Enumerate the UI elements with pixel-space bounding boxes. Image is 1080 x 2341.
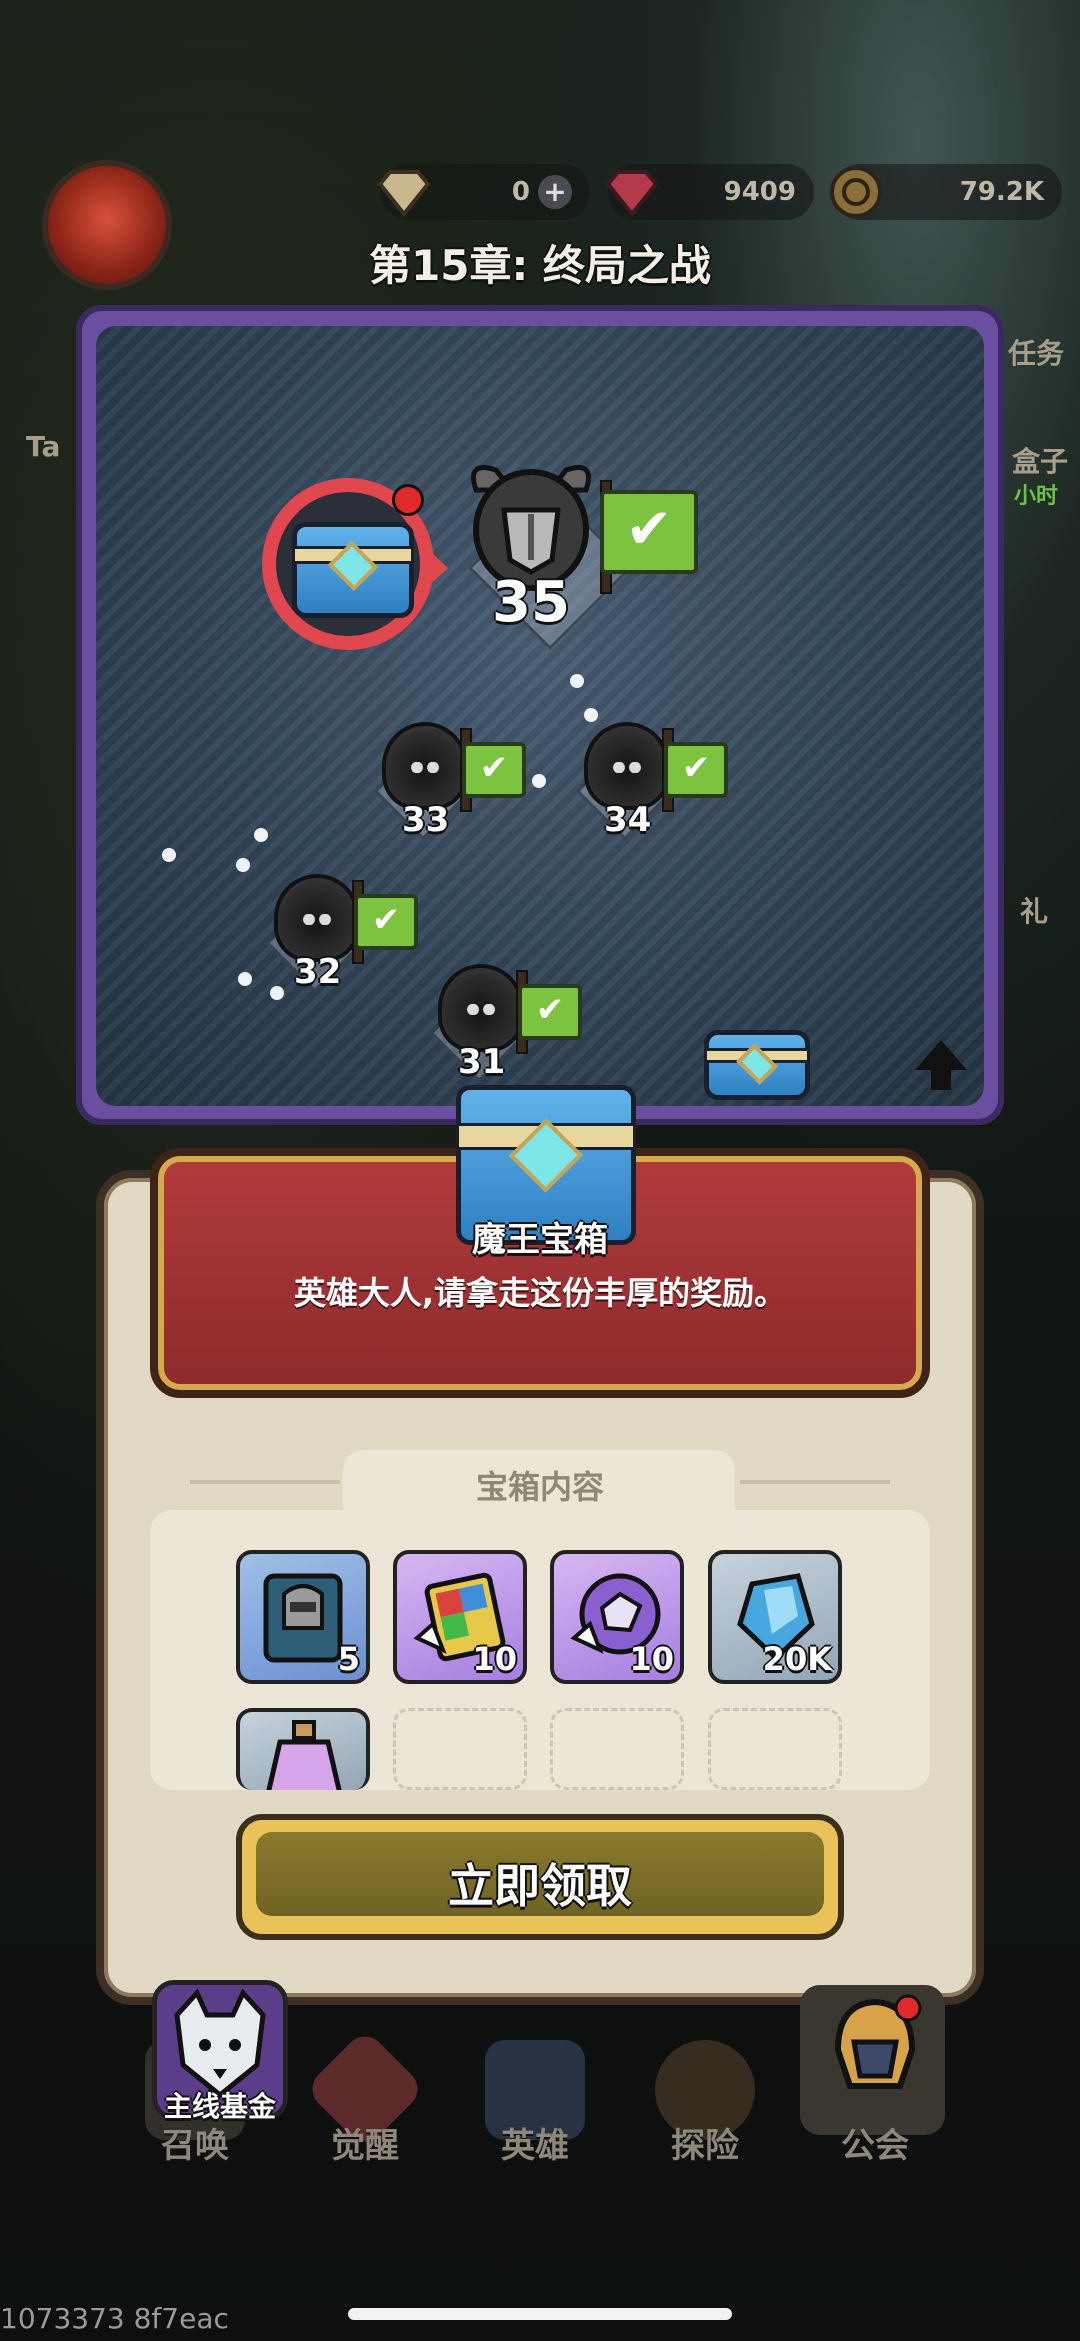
stage-node-35[interactable]: ✔ 35 <box>440 440 700 660</box>
cleared-flag-icon: ✔ <box>600 490 698 574</box>
gem-value: 0 <box>511 177 530 207</box>
empty-item-slot <box>550 1708 684 1790</box>
nav-label: 召唤 <box>161 2126 229 2166</box>
item-quantity: 10 <box>629 1640 674 1678</box>
item-quantity: 20K <box>762 1640 832 1678</box>
stage-number: 35 <box>492 570 570 635</box>
nav-label: 探险 <box>671 2126 739 2166</box>
empty-item-slot <box>708 1708 842 1790</box>
stage-number: 33 <box>402 800 450 840</box>
ruby-value: 9409 <box>723 177 796 207</box>
path-dot <box>236 858 250 872</box>
reward-item[interactable]: 10 <box>393 1550 527 1684</box>
hooded-enemy-icon <box>438 964 524 1052</box>
reward-item[interactable]: 5 <box>236 1550 370 1684</box>
nav-guild[interactable]: 公会 <box>800 1985 950 2180</box>
cleared-flag-icon: ✔ <box>462 742 526 798</box>
section-label: 宝箱内容 <box>475 1468 604 1506</box>
path-dot <box>532 774 546 788</box>
empty-item-slot <box>393 1708 527 1790</box>
hooded-enemy-icon <box>584 722 670 810</box>
gem-counter: 0 + <box>377 164 590 220</box>
path-dot <box>254 828 268 842</box>
gem-icon <box>377 170 431 218</box>
nav-explore[interactable]: 探险 <box>630 2040 780 2180</box>
nav-heroes[interactable]: 英雄 <box>460 2040 610 2180</box>
ruby-counter: 9409 <box>605 164 814 220</box>
cleared-flag-icon: ✔ <box>354 894 418 950</box>
stage-number: 31 <box>458 1042 506 1082</box>
stage-number: 34 <box>604 800 652 840</box>
notification-dot <box>392 484 424 516</box>
stage-node-31[interactable]: ✔ 31 <box>424 950 584 1090</box>
stage-node-34[interactable]: ✔ 34 <box>570 708 730 848</box>
reward-item[interactable]: 20K <box>708 1550 842 1684</box>
home-indicator[interactable] <box>348 2308 732 2320</box>
stage-node-33[interactable]: ✔ 33 <box>368 708 528 848</box>
nav-awaken[interactable]: 觉醒 <box>290 2028 440 2180</box>
nav-label: 公会 <box>841 2126 909 2166</box>
side-box-label[interactable]: 盒子 <box>1012 440 1068 480</box>
guild-helmet-icon <box>834 1994 922 2089</box>
reward-item[interactable] <box>236 1708 370 1790</box>
potion-icon <box>266 1720 342 1790</box>
claim-now-button[interactable]: 立即领取 <box>236 1814 844 1940</box>
stage-number: 32 <box>294 952 342 992</box>
chapter-title: 第15章: 终局之战 <box>369 241 711 290</box>
claim-button-label: 立即领取 <box>448 1859 632 1913</box>
start-chest-icon[interactable] <box>292 522 414 618</box>
gold-coin-icon <box>830 166 882 218</box>
next-chest-icon[interactable] <box>704 1030 810 1100</box>
gold-value: 79.2K <box>959 177 1044 207</box>
item-quantity: 5 <box>337 1640 360 1678</box>
reward-item[interactable]: 10 <box>550 1550 684 1684</box>
gold-counter: 79.2K <box>830 164 1062 220</box>
hooded-enemy-icon <box>382 722 468 810</box>
item-quantity: 10 <box>472 1640 517 1678</box>
side-timer-label: 小时 <box>1014 484 1059 509</box>
side-task-label[interactable]: 任务 <box>1008 332 1064 372</box>
ruby-icon <box>605 170 659 218</box>
main-fund-label: 主线基金 <box>163 2090 276 2123</box>
path-dot <box>238 972 252 986</box>
scroll-up-arrow-icon[interactable] <box>915 1040 967 1090</box>
build-id: 1073373 8f7eac <box>0 2302 229 2335</box>
stage-node-32[interactable]: ✔ 32 <box>260 860 420 1000</box>
reward-description: 英雄大人,请拿走这份丰厚的奖励。 <box>293 1274 787 1312</box>
side-gift-label[interactable]: 礼 <box>1020 890 1048 930</box>
nav-label: 觉醒 <box>331 2126 399 2166</box>
side-tab-label[interactable]: Ta <box>26 430 60 463</box>
reward-title: 魔王宝箱 <box>472 1220 608 1260</box>
path-dot <box>570 674 584 688</box>
nav-label: 英雄 <box>501 2126 569 2166</box>
add-gem-button[interactable]: + <box>538 175 572 209</box>
hooded-enemy-icon <box>274 874 360 962</box>
cleared-flag-icon: ✔ <box>518 984 582 1040</box>
path-dot <box>162 848 176 862</box>
cleared-flag-icon: ✔ <box>664 742 728 798</box>
